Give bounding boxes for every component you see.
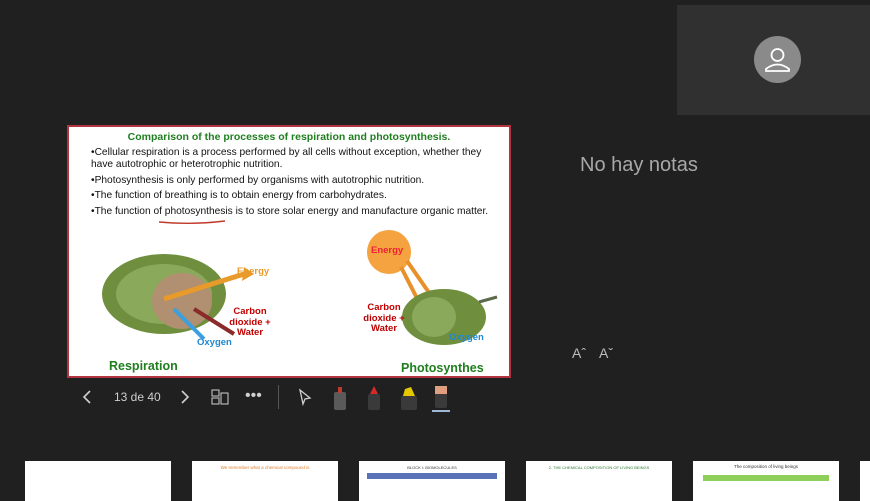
thumbnail-table-header xyxy=(367,473,497,479)
slide-title: Comparison of the processes of respirati… xyxy=(127,131,451,143)
pointer-icon[interactable] xyxy=(297,388,313,406)
slide-bullet-4: •The function of photosynthesis is to st… xyxy=(91,206,489,217)
increase-font-button[interactable]: Aˆ xyxy=(572,345,586,361)
avatar xyxy=(754,36,801,83)
thumbnail-title: The composition of living beings xyxy=(733,464,799,469)
slide-bullet-2: •Photosynthesis is only performed by org… xyxy=(91,175,425,186)
thumbnail-title: We remember what a chemical compound is xyxy=(220,465,310,470)
thumbnail-15[interactable]: 2. THE CHEMICAL COMPOSITION OF LIVING BE… xyxy=(526,461,672,501)
respiration-oxygen-label: Oxygen xyxy=(197,337,232,348)
thumbnail-17[interactable] xyxy=(860,461,870,501)
highlighter-icon[interactable] xyxy=(397,384,421,412)
underline-annotation xyxy=(158,220,226,224)
thumbnail-16[interactable]: The composition of living beings xyxy=(693,461,839,501)
thumbnail-table-header xyxy=(703,475,829,481)
slide-bullet-3: •The function of breathing is to obtain … xyxy=(91,190,387,201)
chevron-left-icon[interactable] xyxy=(81,389,93,405)
chevron-right-icon[interactable] xyxy=(179,389,191,405)
pen-icon[interactable] xyxy=(364,384,384,412)
decrease-font-button[interactable]: Aˇ xyxy=(599,345,613,361)
photosynthesis-caption: Photosynthes xyxy=(401,361,484,375)
thumbnail-13[interactable]: We remember what a chemical compound is xyxy=(192,461,338,501)
slide-bullet-1: •Cellular respiration is a process perfo… xyxy=(91,147,482,170)
thumbnail-title: 2. THE CHEMICAL COMPOSITION OF LIVING BE… xyxy=(548,465,650,470)
current-slide[interactable]: Comparison of the processes of respirati… xyxy=(67,125,511,378)
photosynthesis-energy-label: Energy xyxy=(371,245,404,256)
slide-sorter-icon[interactable] xyxy=(210,388,230,406)
page-indicator: 13 de 40 xyxy=(114,390,161,404)
respiration-co2-label: Carbon dioxide + Water xyxy=(229,306,271,338)
thumbnail-12[interactable] xyxy=(25,461,171,501)
respiration-energy-label: Energy xyxy=(237,266,270,277)
respiration-caption: Respiration xyxy=(109,359,178,373)
laser-pointer-icon[interactable] xyxy=(330,384,350,412)
thumbnail-14[interactable]: BLOCK I: BIOMOLECULES xyxy=(359,461,505,501)
photosynthesis-co2-label: Carbon dioxide + Water xyxy=(363,302,405,334)
person-icon xyxy=(765,48,790,72)
toolbar-divider xyxy=(278,385,279,409)
more-options-icon[interactable]: ••• xyxy=(245,387,262,405)
thumbnail-title: BLOCK I: BIOMOLECULES xyxy=(407,465,457,470)
photosynthesis-oxygen-label: Oxygen xyxy=(449,332,484,343)
eraser-icon[interactable] xyxy=(430,382,452,414)
notes-empty-text: No hay notas xyxy=(580,154,698,176)
